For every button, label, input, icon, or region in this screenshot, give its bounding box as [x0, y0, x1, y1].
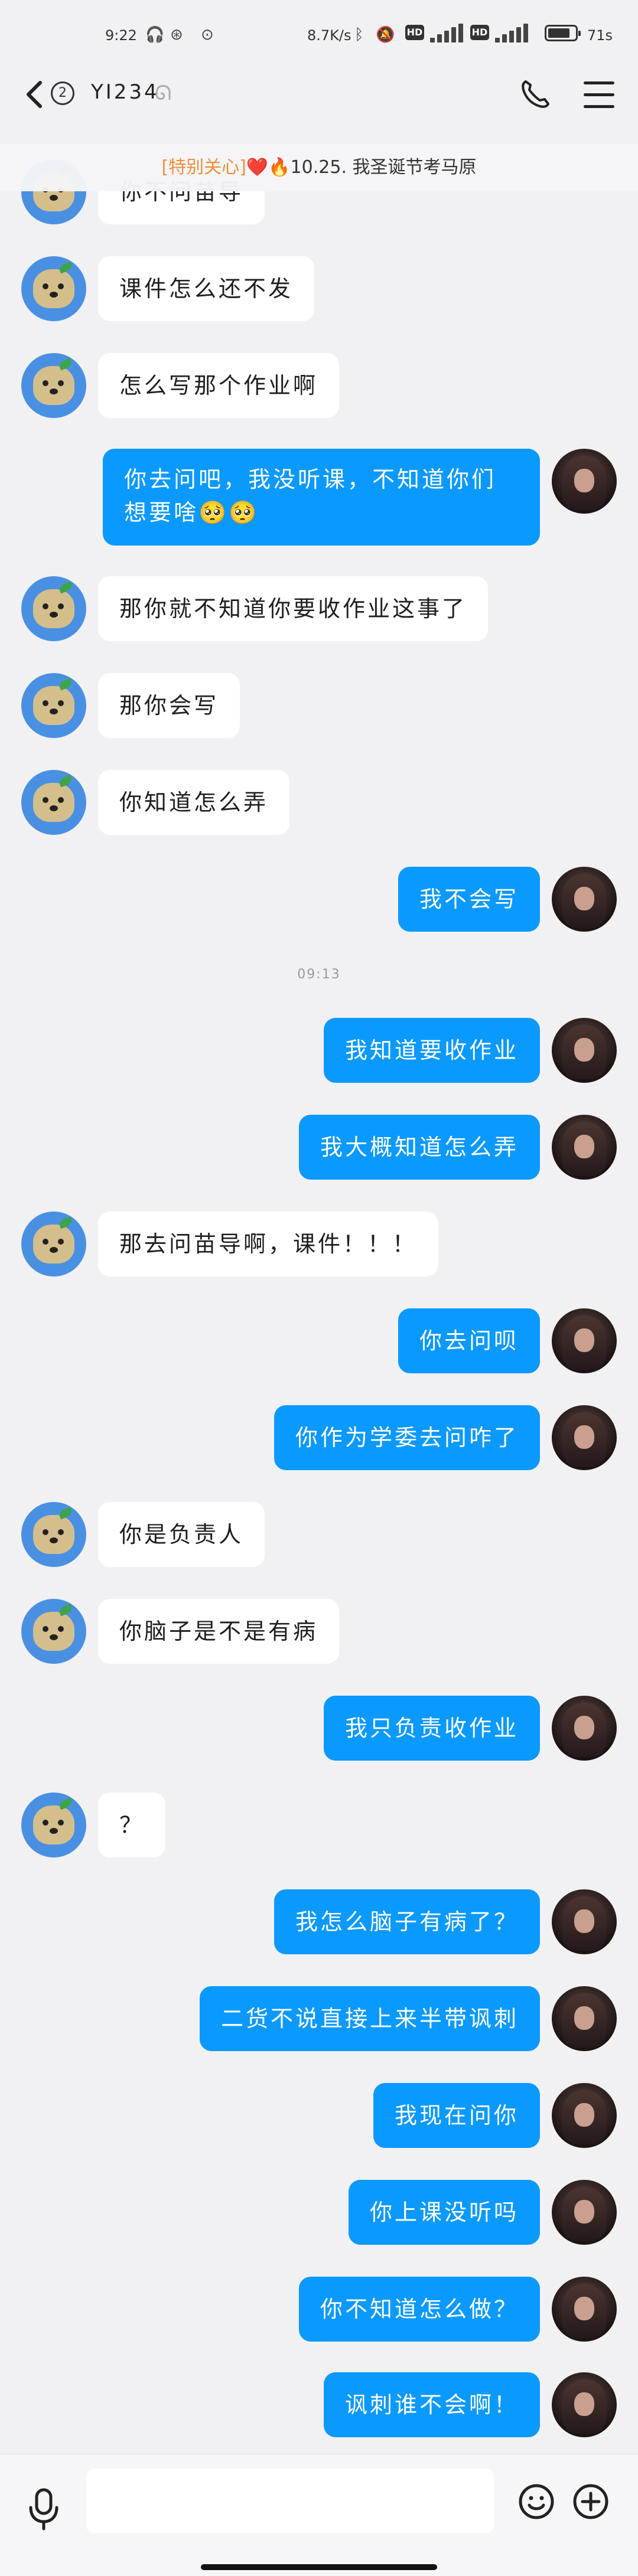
time-separator: 09:13	[297, 967, 341, 982]
hd-icon: HD	[470, 25, 489, 40]
contact-avatar[interactable]	[21, 673, 86, 738]
received-message[interactable]: 那去问苗导啊，课件！！！	[98, 1212, 439, 1276]
user-avatar[interactable]	[552, 1308, 617, 1373]
user-avatar[interactable]	[552, 1018, 617, 1083]
emoji-button[interactable]	[517, 2483, 555, 2521]
user-avatar[interactable]	[552, 867, 617, 932]
sent-message[interactable]: 我现在问你	[373, 2083, 540, 2148]
home-indicator[interactable]	[201, 2564, 437, 2570]
back-button[interactable]	[21, 76, 47, 113]
signal-icon	[495, 24, 528, 43]
received-message[interactable]: 怎么写那个作业啊	[98, 353, 340, 418]
app-icon: ⊙	[201, 26, 214, 44]
contact-avatar[interactable]	[21, 770, 86, 835]
input-bar	[0, 2454, 638, 2576]
more-button[interactable]	[572, 2483, 610, 2521]
user-avatar[interactable]	[552, 449, 617, 514]
received-message[interactable]: 课件怎么还不发	[98, 256, 315, 321]
app-icon: ⊛	[170, 26, 183, 44]
sent-message[interactable]: 我大概知道怎么弄	[298, 1115, 540, 1180]
received-message[interactable]: 那你会写	[98, 673, 240, 738]
contact-avatar[interactable]	[21, 1212, 86, 1276]
ear-icon[interactable]: ᘏ	[155, 81, 171, 105]
microphone-icon	[29, 2488, 58, 2531]
user-avatar[interactable]	[552, 2180, 617, 2245]
headphone-icon: 🎧	[145, 26, 165, 44]
chat-header: 2 YI234 ᘏ	[0, 71, 638, 118]
sent-message[interactable]: 你不知道怎么做？	[298, 2277, 540, 2342]
contact-avatar[interactable]	[21, 1502, 86, 1567]
message-input[interactable]	[86, 2469, 494, 2533]
sent-message[interactable]: 你上课没听吗	[348, 2180, 540, 2245]
sent-message[interactable]: 我怎么脑子有病了？	[274, 1889, 540, 1954]
menu-button[interactable]	[584, 80, 614, 110]
received-message[interactable]: 你知道怎么弄	[98, 770, 290, 835]
sent-message[interactable]: 我知道要收作业	[323, 1018, 540, 1083]
user-avatar[interactable]	[552, 2372, 617, 2437]
hd-icon: HD	[405, 25, 424, 40]
signal-icon	[430, 24, 463, 43]
call-button[interactable]	[517, 77, 553, 112]
bluetooth-icon: ᛒ	[354, 26, 364, 44]
special-care-banner[interactable]: [特别关心]❤️🔥10.25. 我圣诞节考马原	[0, 144, 638, 191]
sent-message[interactable]: 我不会写	[398, 867, 540, 932]
sent-message[interactable]: 二货不说直接上来半带讽刺	[199, 1986, 540, 2051]
received-message[interactable]: 那你就不知道你要收作业这事了	[98, 576, 489, 641]
contact-avatar[interactable]	[21, 1793, 86, 1857]
user-avatar[interactable]	[552, 2277, 617, 2342]
contact-name[interactable]: YI234	[91, 80, 160, 104]
user-avatar[interactable]	[552, 1986, 617, 2051]
emoji-icon	[519, 2484, 554, 2519]
sent-message[interactable]: 你作为学委去问咋了	[274, 1405, 540, 1470]
received-message[interactable]: 你是负责人	[98, 1502, 265, 1567]
received-message[interactable]: ？	[98, 1793, 166, 1857]
status-bar: 9:22 🎧 ⊛ ⊙ 8.7K/s ᛒ 🔕 HD HD 71s	[0, 0, 638, 71]
special-care-tag: [特别关心]	[161, 157, 246, 178]
contact-avatar[interactable]	[21, 576, 86, 641]
sent-message[interactable]: 讽刺谁不会啊！	[323, 2372, 540, 2437]
status-time: 9:22	[105, 27, 137, 44]
mute-icon: 🔕	[376, 26, 395, 44]
banner-text: 10.25. 我圣诞节考马原	[290, 157, 477, 178]
plus-icon	[573, 2484, 608, 2519]
user-avatar[interactable]	[552, 1889, 617, 1954]
status-extra: 71s	[587, 27, 613, 44]
unread-badge[interactable]: 2	[51, 81, 74, 105]
fire-icon: 🔥	[268, 157, 291, 178]
contact-avatar[interactable]	[21, 256, 86, 321]
user-avatar[interactable]	[552, 2083, 617, 2148]
sent-message[interactable]: 我只负责收作业	[323, 1696, 540, 1761]
contact-avatar[interactable]	[21, 353, 86, 418]
contact-avatar[interactable]	[21, 1599, 86, 1664]
voice-button[interactable]	[27, 2487, 60, 2532]
network-speed: 8.7K/s	[307, 27, 351, 44]
phone-icon	[522, 80, 549, 108]
user-avatar[interactable]	[552, 1115, 617, 1180]
battery-icon	[545, 25, 581, 41]
user-avatar[interactable]	[552, 1696, 617, 1761]
heart-icon: ❤️	[246, 157, 269, 178]
back-icon	[27, 81, 42, 108]
sent-message[interactable]: 你去问吧，我没听课，不知道你们想要啥🥺🥺	[103, 449, 540, 546]
received-message[interactable]: 你脑子是不是有病	[98, 1599, 340, 1664]
sent-message[interactable]: 你去问呗	[398, 1308, 540, 1373]
user-avatar[interactable]	[552, 1405, 617, 1470]
